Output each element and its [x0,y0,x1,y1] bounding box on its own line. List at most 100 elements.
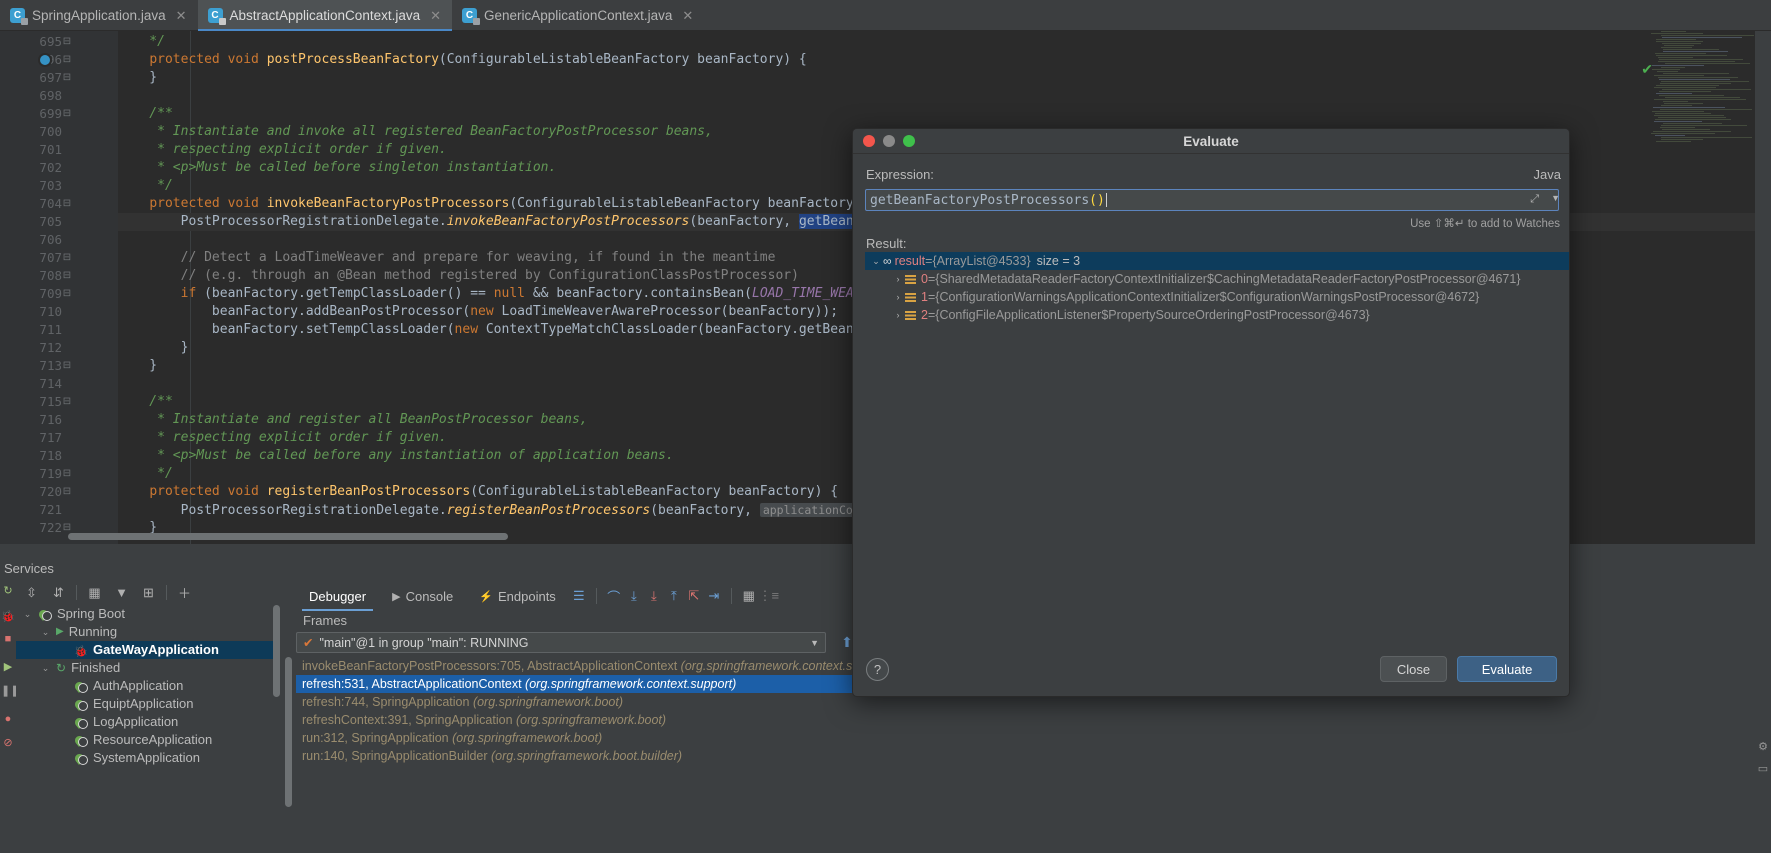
code-line: */ [118,465,173,483]
stack-frame-3[interactable]: refreshContext:391, SpringApplication (o… [296,711,861,729]
service-tree-item-2[interactable]: GateWayApplication [16,641,280,659]
chevron-right-icon[interactable]: › [891,306,905,324]
chevron-right-icon[interactable]: › [891,288,905,306]
filter-icon[interactable]: ▼ [112,583,131,602]
help-button[interactable]: ? [866,658,889,681]
chevron-down-icon[interactable]: ⌄ [40,623,51,641]
layout-icon[interactable]: ☰ [569,586,589,606]
service-tree-item-5[interactable]: EquiptApplication [16,695,280,713]
service-tree-item-6[interactable]: LogApplication [16,713,280,731]
editor-tab-0[interactable]: CSpringApplication.java✕ [0,0,198,31]
maximize-window-button[interactable] [903,135,915,147]
fold-marker[interactable]: ⊟ [60,195,74,213]
fold-marker[interactable]: ⊟ [60,357,74,375]
fold-marker[interactable]: ⊟ [60,69,74,87]
chevron-down-icon[interactable]: ⌄ [22,605,33,623]
line-number: 717 [0,429,62,447]
code-minimap[interactable] [1647,31,1759,151]
list-item-icon [905,292,916,303]
stack-frame-1[interactable]: refresh:531, AbstractApplicationContext … [296,675,861,693]
collapse-all-icon[interactable]: ⇵ [49,583,68,602]
run-to-cursor-icon[interactable]: ⇥ [704,586,724,606]
stack-frame-5[interactable]: run:140, SpringApplicationBuilder (org.s… [296,747,861,765]
step-over-icon[interactable]: ⌒ [604,586,624,606]
frames-scrollbar[interactable] [285,657,292,807]
language-selector[interactable]: Java [1534,167,1561,182]
fold-marker[interactable]: ⊟ [60,285,74,303]
fold-marker[interactable]: ⊟ [60,105,74,123]
fold-marker[interactable]: ⊟ [60,393,74,411]
service-tree-item-0[interactable]: ⌄Spring Boot [16,605,280,623]
code-line: protected void postProcessBeanFactory(Co… [118,51,807,69]
method-override-marker-icon[interactable] [38,53,52,67]
editor-horizontal-scrollbar[interactable] [68,533,508,540]
mute-breakpoints-icon[interactable]: ⋮≡ [759,586,779,606]
drop-frame-icon[interactable]: ⇱ [684,586,704,606]
editor-gutter[interactable]: 695⊟696⊟697⊟698699⊟700701702703704⊟70570… [0,31,118,544]
stack-frame-4[interactable]: run:312, SpringApplication (org.springfr… [296,729,861,747]
close-icon[interactable]: ✕ [176,8,187,24]
evaluate-dialog[interactable]: Evaluate Expression: Java getBeanFactory… [852,128,1570,697]
hide-panel-icon[interactable]: ▭ [1756,762,1770,776]
chevron-down-icon[interactable]: ⌄ [869,252,883,270]
step-out-icon[interactable]: ⤒ [664,586,684,606]
result-row-2[interactable]: ›1 = {ConfigurationWarningsApplicationCo… [865,288,1570,306]
expand-editor-icon[interactable]: ⤢ [1530,193,1539,206]
fold-marker[interactable]: ⊟ [60,465,74,483]
editor-tab-2[interactable]: CGenericApplicationContext.java✕ [452,0,704,31]
chevron-down-icon[interactable]: ⌄ [40,659,51,677]
step-into-icon[interactable]: ⤓ [624,586,644,606]
fold-marker[interactable]: ⊟ [60,267,74,285]
line-number: 700 [0,123,62,141]
services-scrollbar[interactable] [273,605,280,697]
frames-list[interactable]: invokeBeanFactoryPostProcessors:705, Abs… [296,657,861,853]
evaluate-expression-icon[interactable]: ▦ [739,586,759,606]
close-button[interactable]: Close [1380,656,1447,682]
stack-frame-2[interactable]: refresh:744, SpringApplication (org.spri… [296,693,861,711]
resume-icon[interactable]: ▶ [1,660,15,674]
close-icon[interactable]: ✕ [430,8,441,24]
chevron-right-icon[interactable]: › [891,270,905,288]
result-row-1[interactable]: ›0 = {SharedMetadataReaderFactoryContext… [865,270,1570,288]
group-by-icon[interactable]: ▦ [85,583,104,602]
add-service-icon[interactable]: ＋ [175,583,194,602]
result-tree[interactable]: ⌄∞result = {ArrayList@4533}size = 3›0 = … [865,252,1570,634]
expression-input[interactable]: getBeanFactoryPostProcessors() [865,189,1559,211]
pause-icon[interactable]: ❚❚ [1,684,15,698]
stop-icon[interactable]: ■ [1,632,15,646]
settings-gear-icon[interactable]: ⚙ [1756,740,1770,754]
chevron-down-icon[interactable]: ▼ [1551,193,1560,203]
service-tree-item-1[interactable]: ⌄▶Running [16,623,280,641]
minimap-line [1658,77,1738,78]
add-tab-icon[interactable]: ⊞ [139,583,158,602]
mute-breakpoints-icon[interactable]: ⊘ [1,736,15,750]
stack-frame-0[interactable]: invokeBeanFactoryPostProcessors:705, Abs… [296,657,861,675]
debugger-tab-console[interactable]: ▶Console [379,583,466,609]
expand-all-icon[interactable]: ⇳ [22,583,41,602]
editor-tab-1[interactable]: CAbstractApplicationContext.java✕ [198,0,453,31]
service-tree-item-8[interactable]: SystemApplication [16,749,280,767]
fold-marker[interactable]: ⊟ [60,483,74,501]
close-icon[interactable]: ✕ [682,8,693,24]
fold-marker[interactable]: ⊟ [60,51,74,69]
debugger-tab-debugger[interactable]: Debugger [296,583,379,609]
services-tree[interactable]: ⌄Spring Boot⌄▶RunningGateWayApplication⌄… [16,605,280,853]
thread-selector[interactable]: ✔ "main"@1 in group "main": RUNNING ▼ [296,632,826,653]
force-step-into-icon[interactable]: ⤓ [644,586,664,606]
service-tree-item-3[interactable]: ⌄↻Finished [16,659,280,677]
minimize-window-button[interactable] [883,135,895,147]
evaluate-button[interactable]: Evaluate [1457,656,1557,682]
debugger-tab-endpoints[interactable]: ⚡Endpoints [466,583,569,609]
dialog-title-bar[interactable]: Evaluate [853,129,1569,154]
close-window-button[interactable] [863,135,875,147]
fold-marker[interactable]: ⊟ [60,33,74,51]
service-tree-item-4[interactable]: AuthApplication [16,677,280,695]
rerun-icon[interactable]: ↻ [1,584,15,598]
debug-rerun-icon[interactable]: 🐞 [1,610,15,624]
result-row-3[interactable]: ›2 = {ConfigFileApplicationListener$Prop… [865,306,1570,324]
result-row-0[interactable]: ⌄∞result = {ArrayList@4533}size = 3 [865,252,1570,270]
view-breakpoints-icon[interactable]: ● [1,712,15,726]
fold-marker[interactable]: ⊟ [60,249,74,267]
minimap-line [1656,141,1691,142]
service-tree-item-7[interactable]: ResourceApplication [16,731,280,749]
